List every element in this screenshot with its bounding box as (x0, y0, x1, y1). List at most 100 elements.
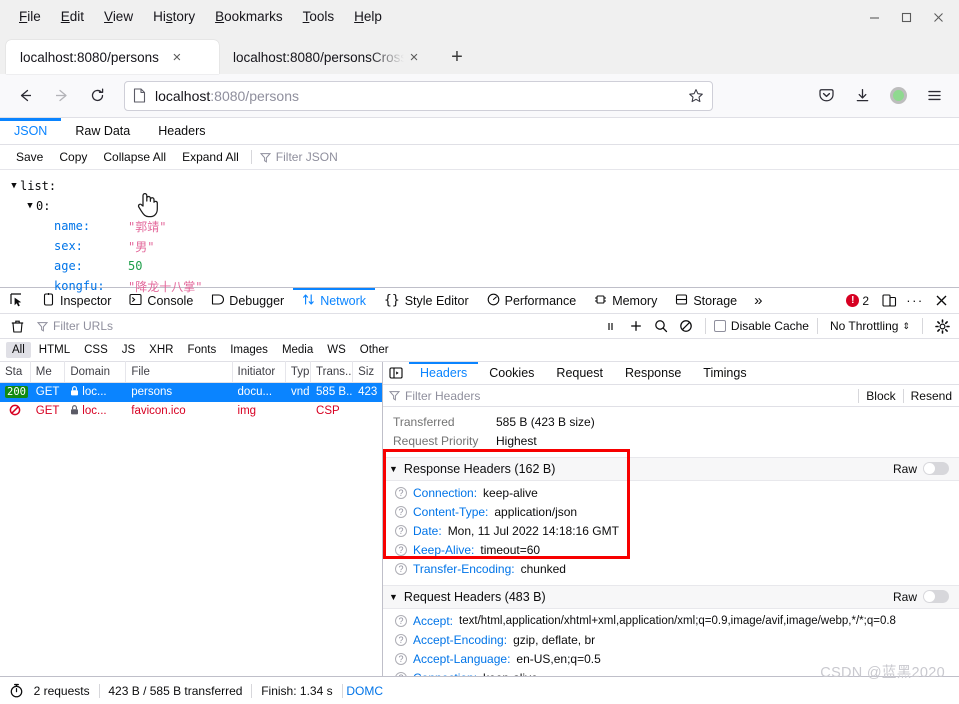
filter-css[interactable]: CSS (78, 342, 114, 358)
header-name[interactable]: Content-Type: (413, 505, 488, 519)
filter-html[interactable]: HTML (33, 342, 76, 358)
column-domain[interactable]: Domain (65, 361, 127, 383)
pocket-icon[interactable] (809, 80, 843, 112)
collapse-all-button[interactable]: Collapse All (95, 150, 174, 164)
header-name[interactable]: Transfer-Encoding: (413, 562, 515, 576)
copy-button[interactable]: Copy (51, 150, 95, 164)
menu-history[interactable]: History (144, 6, 204, 27)
filter-media[interactable]: Media (276, 342, 319, 358)
save-button[interactable]: Save (8, 150, 51, 164)
menu-help[interactable]: Help (345, 6, 391, 27)
toggle-switch[interactable] (923, 462, 949, 476)
plus-icon[interactable] (625, 315, 647, 337)
twisty-open-icon[interactable]: ▼ (8, 181, 20, 191)
reload-icon[interactable] (80, 80, 114, 112)
twisty-open-icon[interactable]: ▼ (389, 592, 398, 602)
browser-tab-persons[interactable]: localhost:8080/persons × (6, 40, 219, 74)
twisty-open-icon[interactable]: ▼ (24, 201, 36, 211)
column-method[interactable]: Me (31, 361, 66, 383)
block-button[interactable]: Block (858, 388, 902, 403)
header-name[interactable]: Accept-Language: (413, 652, 510, 666)
detail-tab-headers[interactable]: Headers (409, 362, 478, 384)
header-name[interactable]: Connection: (413, 486, 477, 500)
menu-tools[interactable]: Tools (294, 6, 344, 27)
response-raw-toggle[interactable]: Raw (893, 462, 959, 476)
column-file[interactable]: File (126, 361, 233, 383)
download-icon[interactable] (845, 80, 879, 112)
help-icon[interactable]: ? (395, 506, 407, 519)
table-row[interactable]: 200 GET loc... persons docu... vnd 585 B… (0, 382, 382, 402)
filter-all[interactable]: All (6, 342, 31, 359)
tab-json[interactable]: JSON (0, 118, 61, 144)
tab-raw-data[interactable]: Raw Data (61, 118, 144, 144)
detail-pane-toggle-icon[interactable] (383, 362, 409, 384)
menu-file[interactable]: File (10, 6, 50, 27)
new-tab-button[interactable]: + (442, 42, 472, 72)
hamburger-menu-icon[interactable] (917, 80, 951, 112)
help-icon[interactable]: ? (395, 525, 407, 538)
toggle-switch[interactable] (923, 590, 949, 604)
help-icon[interactable]: ? (395, 544, 407, 557)
menu-edit[interactable]: Edit (52, 6, 93, 27)
column-transferred[interactable]: Trans... (311, 361, 354, 383)
block-icon[interactable] (675, 315, 697, 337)
filter-xhr[interactable]: XHR (143, 342, 179, 358)
json-filter-input[interactable]: Filter JSON (256, 150, 338, 164)
resend-button[interactable]: Resend (902, 388, 959, 403)
request-headers-section-header[interactable]: ▼ Request Headers (483 B) Raw (383, 584, 959, 609)
help-icon[interactable]: ? (395, 634, 407, 647)
json-node-0[interactable]: ▼ 0: (0, 196, 959, 216)
gear-icon[interactable] (931, 315, 953, 337)
star-icon[interactable] (688, 88, 704, 104)
menu-view[interactable]: View (95, 6, 142, 27)
column-status[interactable]: Sta (0, 361, 31, 383)
minimize-icon[interactable] (859, 4, 889, 30)
detail-tab-cookies[interactable]: Cookies (478, 362, 545, 384)
tab-close-icon[interactable]: × (404, 47, 424, 67)
maximize-icon[interactable] (891, 4, 921, 30)
help-icon[interactable]: ? (395, 672, 407, 676)
filter-fonts[interactable]: Fonts (181, 342, 222, 358)
close-icon[interactable] (923, 4, 953, 30)
expand-all-button[interactable]: Expand All (174, 150, 247, 164)
response-headers-section-header[interactable]: ▼ Response Headers (162 B) Raw (383, 456, 959, 481)
header-name[interactable]: Accept: (413, 614, 453, 628)
detail-tab-response[interactable]: Response (614, 362, 692, 384)
detail-tab-timings[interactable]: Timings (692, 362, 757, 384)
browser-tab-personscross[interactable]: localhost:8080/personsCross × (219, 40, 432, 74)
help-icon[interactable]: ? (395, 653, 407, 666)
header-name[interactable]: Accept-Encoding: (413, 633, 507, 647)
throttling-select[interactable]: No Throttling ⇕ (826, 319, 914, 333)
help-icon[interactable]: ? (395, 615, 407, 628)
network-filter-input[interactable]: Filter URLs (31, 319, 597, 333)
json-key: kongfu: (54, 279, 105, 293)
help-icon[interactable]: ? (395, 487, 407, 500)
column-initiator[interactable]: Initiator (233, 361, 286, 383)
detail-tab-request[interactable]: Request (545, 362, 614, 384)
pause-icon[interactable] (600, 315, 622, 337)
twisty-open-icon[interactable]: ▼ (389, 464, 398, 474)
json-node-list[interactable]: ▼ list: (0, 176, 959, 196)
column-type[interactable]: Typ (286, 361, 312, 383)
filter-other[interactable]: Other (354, 342, 395, 358)
url-bar[interactable]: localhost:8080/persons (124, 80, 713, 111)
filter-js[interactable]: JS (116, 342, 141, 358)
header-name[interactable]: Date: (413, 524, 442, 538)
request-raw-toggle[interactable]: Raw (893, 590, 959, 604)
menu-bookmarks[interactable]: Bookmarks (206, 6, 292, 27)
filter-images[interactable]: Images (224, 342, 274, 358)
filter-ws[interactable]: WS (321, 342, 352, 358)
column-size[interactable]: Siz (353, 361, 382, 382)
help-icon[interactable]: ? (395, 563, 407, 576)
account-avatar[interactable] (881, 80, 915, 112)
header-name[interactable]: Keep-Alive: (413, 543, 474, 557)
back-arrow-icon[interactable] (8, 80, 42, 112)
header-name[interactable]: Connection: (413, 671, 477, 676)
disable-cache-checkbox[interactable]: Disable Cache (713, 319, 809, 333)
tab-close-icon[interactable]: × (167, 47, 187, 67)
search-icon[interactable] (650, 315, 672, 337)
trash-icon[interactable] (6, 315, 28, 337)
table-row[interactable]: GET loc... favicon.ico img CSP (0, 402, 382, 421)
tab-headers[interactable]: Headers (144, 118, 219, 144)
forward-arrow-icon[interactable] (44, 80, 78, 112)
